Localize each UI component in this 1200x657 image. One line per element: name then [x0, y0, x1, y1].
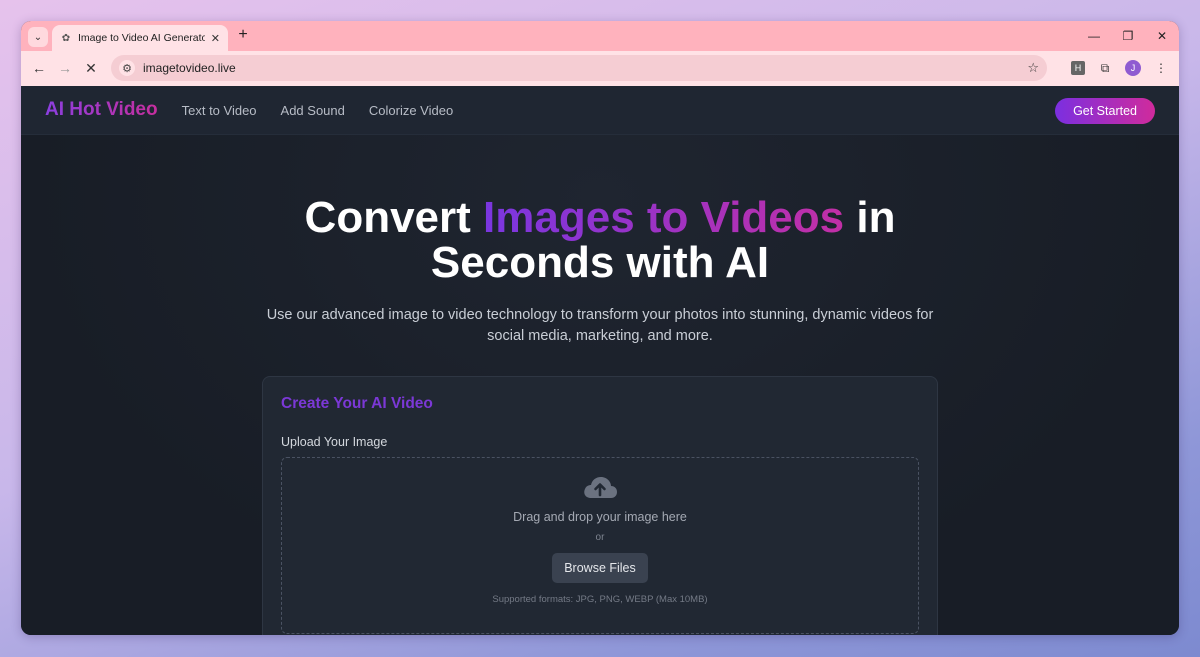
cloud-upload-icon: [584, 477, 617, 498]
hero-title: Convert Images to Videos in Seconds with…: [21, 195, 1179, 285]
stop-loading-icon[interactable]: ✕: [79, 56, 103, 80]
site-nav: Text to Video Add Sound Colorize Video: [182, 103, 454, 118]
menu-kebab-icon[interactable]: ⋮: [1149, 56, 1173, 80]
upload-label: Upload Your Image: [281, 435, 388, 449]
image-dropzone[interactable]: Drag and drop your image here or Browse …: [281, 457, 919, 634]
nav-link-colorize-video[interactable]: Colorize Video: [369, 103, 453, 118]
dropzone-text: Drag and drop your image here: [513, 510, 687, 524]
extensions-puzzle-icon[interactable]: ⧉: [1093, 56, 1117, 80]
bookmark-star-icon[interactable]: ☆: [1027, 60, 1039, 76]
brand-logo[interactable]: AI Hot Video: [45, 99, 158, 121]
hero-title-post: in: [844, 193, 896, 242]
hero-title-line2: Seconds with AI: [430, 238, 770, 287]
nav-link-text-to-video[interactable]: Text to Video: [182, 103, 257, 118]
create-video-card: Create Your AI Video Upload Your Image D…: [262, 376, 938, 635]
profile-avatar[interactable]: J: [1125, 60, 1141, 76]
get-started-button[interactable]: Get Started: [1055, 98, 1155, 124]
site-info-icon[interactable]: ⚙: [119, 60, 135, 76]
hero-subtitle: Use our advanced image to video technolo…: [266, 307, 934, 344]
browser-toolbar: ← → ✕ ⚙ imagetovideo.live ☆ H ⧉ J ⋮: [21, 51, 1179, 86]
back-icon[interactable]: ←: [27, 56, 51, 80]
tab-title: Image to Video AI Generator -: [78, 32, 205, 44]
forward-icon[interactable]: →: [53, 56, 77, 80]
nav-link-add-sound[interactable]: Add Sound: [281, 103, 345, 118]
hero-title-pre: Convert: [304, 193, 484, 242]
tab-close-icon[interactable]: ✕: [211, 32, 220, 45]
extension-h-icon[interactable]: H: [1071, 61, 1085, 75]
new-tab-icon[interactable]: +: [233, 26, 253, 44]
tab-search-icon[interactable]: ⌄: [28, 27, 48, 47]
toolbar-actions: H ⧉ J ⋮: [1071, 56, 1173, 80]
dropzone-or: or: [595, 532, 605, 543]
active-tab[interactable]: ✿ Image to Video AI Generator - ✕: [52, 25, 228, 51]
browser-window: ⌄ ✿ Image to Video AI Generator - ✕ + — …: [21, 21, 1179, 635]
web-page: AI Hot Video Text to Video Add Sound Col…: [21, 86, 1179, 635]
tab-strip: ⌄ ✿ Image to Video AI Generator - ✕ + — …: [21, 21, 1179, 51]
close-window-icon[interactable]: ✕: [1145, 21, 1179, 51]
site-header: AI Hot Video Text to Video Add Sound Col…: [21, 86, 1179, 135]
supported-formats-text: Supported formats: JPG, PNG, WEBP (Max 1…: [492, 594, 708, 605]
minimize-icon[interactable]: —: [1077, 21, 1111, 51]
hero-title-highlight: Images to Videos: [483, 193, 845, 242]
favicon-icon: ✿: [61, 32, 71, 44]
browse-files-button[interactable]: Browse Files: [552, 553, 648, 583]
url-text: imagetovideo.live: [143, 61, 236, 75]
window-controls: — ❐ ✕: [1077, 21, 1179, 51]
card-title: Create Your AI Video: [281, 395, 433, 412]
address-bar[interactable]: ⚙ imagetovideo.live ☆: [111, 55, 1047, 81]
hero-section: Convert Images to Videos in Seconds with…: [21, 195, 1179, 347]
restore-icon[interactable]: ❐: [1111, 21, 1145, 51]
